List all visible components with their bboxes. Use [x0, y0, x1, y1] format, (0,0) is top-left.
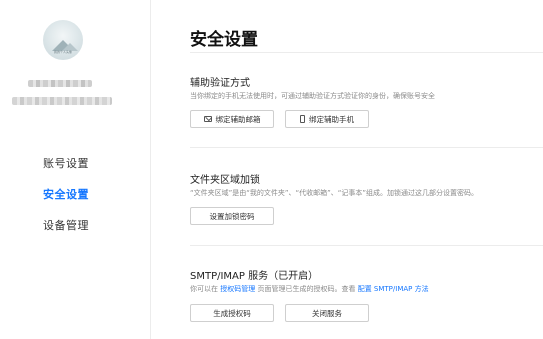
auth-section-title: 辅助验证方式: [190, 78, 250, 89]
page-title: 安全设置: [190, 30, 258, 50]
bind-email-label: 绑定辅助邮箱: [215, 114, 261, 124]
close-service-button[interactable]: 关闭服务: [285, 304, 369, 322]
folder-lock-section-desc: “文件夹区域”是由“我的文件夹”、“代收邮箱”、“记事本”组成。加锁通过这几部分…: [190, 189, 479, 197]
auth-code-management-link[interactable]: 授权码管理: [220, 285, 255, 293]
folder-lock-section-title: 文件夹区域加锁: [190, 175, 260, 186]
avatar-caption: 我的个人头像: [53, 50, 72, 54]
bind-email-button[interactable]: 绑定辅助邮箱: [190, 110, 274, 128]
sidebar-item-account-settings[interactable]: 账号设置: [43, 155, 89, 171]
smtp-section-title: SMTP/IMAP 服务（已开启）: [190, 271, 319, 282]
bind-phone-label: 绑定辅助手机: [309, 114, 354, 124]
close-service-label: 关闭服务: [312, 308, 342, 318]
set-lock-password-label: 设置加锁密码: [209, 211, 255, 221]
section-divider: [190, 147, 543, 148]
avatar[interactable]: 我的个人头像: [43, 20, 83, 60]
generate-auth-code-button[interactable]: 生成授权码: [190, 304, 274, 322]
smtp-desc-middle: 页面管理已生成的授权码。查看: [257, 285, 356, 293]
bind-phone-button[interactable]: 绑定辅助手机: [285, 110, 369, 128]
set-lock-password-button[interactable]: 设置加锁密码: [190, 207, 274, 225]
section-divider: [190, 245, 543, 246]
generate-auth-code-label: 生成授权码: [213, 308, 251, 318]
smtp-section-desc: 你可以在 授权码管理 页面管理已生成的授权码。查看 配置 SMTP/IMAP 方…: [190, 284, 429, 294]
sidebar: 我的个人头像 账号设置 安全设置 设备管理: [0, 0, 151, 339]
title-divider: [190, 52, 543, 53]
sidebar-item-security-settings[interactable]: 安全设置: [43, 186, 89, 202]
mail-icon: [203, 116, 212, 122]
blurred-username: [28, 80, 92, 87]
phone-icon: [300, 115, 305, 123]
sidebar-item-device-management[interactable]: 设备管理: [43, 217, 89, 233]
main-content: 安全设置 辅助验证方式 当你绑定的手机无法使用时，可通过辅助验证方式验证你的身份…: [190, 0, 543, 339]
blurred-account-email: [12, 97, 112, 105]
smtp-desc-prefix: 你可以在: [190, 285, 218, 293]
smtp-config-method-link[interactable]: 配置 SMTP/IMAP 方法: [358, 285, 429, 293]
auth-section-desc: 当你绑定的手机无法使用时，可通过辅助验证方式验证你的身份，确保账号安全: [190, 92, 435, 100]
